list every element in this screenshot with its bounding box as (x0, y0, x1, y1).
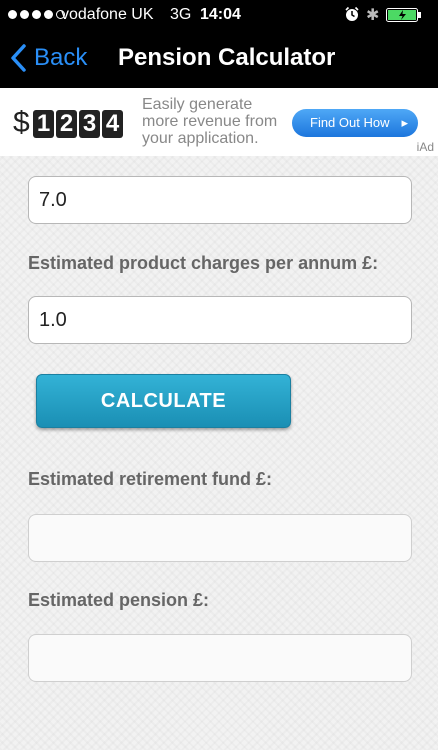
ad-digit: 3 (79, 110, 100, 138)
iad-badge: iAd (416, 140, 434, 154)
navigation-bar: Back Pension Calculator (0, 30, 438, 88)
back-button[interactable]: Back (10, 42, 87, 74)
retirement-fund-field[interactable] (28, 514, 412, 562)
chevron-left-icon (11, 44, 26, 72)
page-title: Pension Calculator (118, 44, 336, 71)
back-button-label: Back (34, 44, 88, 71)
chevron-right-icon: ▸ (401, 115, 408, 130)
ad-digit: 4 (102, 110, 123, 138)
signal-strength-icon (8, 10, 65, 19)
pension-field[interactable] (28, 634, 412, 682)
status-time: 14:04 (200, 6, 241, 23)
charges-label: Estimated product charges per annum £: (28, 253, 379, 273)
pension-label: Estimated pension £: (28, 590, 210, 610)
ad-text: Easily generate more revenue from your a… (142, 96, 292, 147)
ad-text-line: your application. (142, 130, 259, 147)
ad-digit: 2 (56, 110, 77, 138)
charges-field[interactable]: 1.0 (28, 296, 412, 344)
bluetooth-icon: ✱ (366, 7, 380, 24)
battery-icon (386, 8, 421, 22)
status-bar: vodafone UK 3G 14:04 ✱ (0, 0, 438, 30)
calculate-button[interactable]: CALCULATE (36, 374, 291, 428)
alarm-icon (345, 6, 359, 21)
first-rate-field[interactable]: 7.0 (28, 176, 412, 224)
ad-digit: 1 (33, 110, 54, 138)
find-out-how-label: Find Out How (310, 115, 390, 130)
find-out-how-button[interactable]: Find Out How ▸ (292, 109, 418, 137)
top-bar: vodafone UK 3G 14:04 ✱ Back Pension Calc… (0, 0, 438, 88)
network-type: 3G (170, 6, 192, 23)
ad-dollar-sign: $ (13, 106, 30, 139)
ad-text-line: more revenue from (142, 113, 278, 130)
ad-text-line: Easily generate (142, 96, 253, 113)
carrier-name: vodafone UK (61, 6, 154, 23)
retirement-fund-label: Estimated retirement fund £: (28, 469, 273, 489)
iad-banner[interactable]: $ 1 2 3 4 Easily generate more revenue f… (0, 88, 438, 156)
